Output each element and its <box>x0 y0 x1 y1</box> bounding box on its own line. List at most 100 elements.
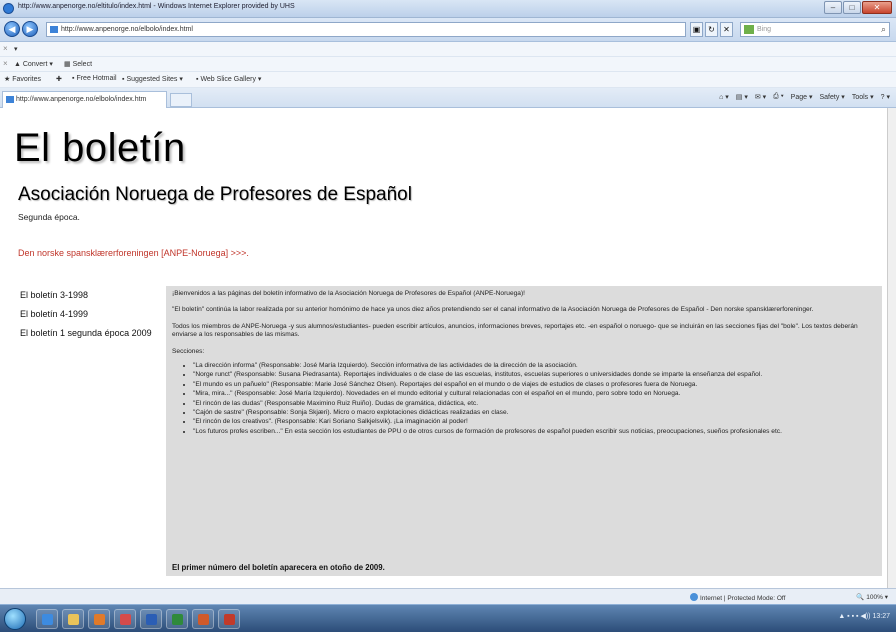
list-item: "El rincón de las dudas" (Responsable Ma… <box>193 400 876 408</box>
web-slice-gallery-label: Web Slice Gallery <box>200 76 256 83</box>
tab-active[interactable]: http://www.anpenorge.no/elbolo/index.htm <box>2 91 167 108</box>
pdf-taskbar-icon[interactable] <box>218 609 240 629</box>
page-subtitle: Asociación Noruega de Profesores de Espa… <box>18 184 412 205</box>
nav-issue-4-1999[interactable]: El boletín 4-1999 <box>20 309 152 319</box>
add-favorite-icon[interactable]: ✚ <box>56 75 62 83</box>
page-title: El boletín <box>14 126 186 170</box>
safety-menu-label: Safety <box>819 94 840 101</box>
system-tray: ▲ ▪ ▪ ▪ ◀)) 13:27 <box>838 613 890 620</box>
members-text: Todos los miembros de ANPE-Noruega -y su… <box>172 322 858 339</box>
minimize-button[interactable]: – <box>824 1 842 14</box>
internet-explorer-icon <box>3 3 14 14</box>
closing-note: El primer número del boletín aparecera e… <box>172 563 385 572</box>
list-item: "La dirección informa" (Responsable: Jos… <box>193 362 876 370</box>
stop-icon[interactable]: ✕ <box>720 22 733 37</box>
norwegian-association-link[interactable]: Den norske spansklærerforeningen [ANPE-N… <box>18 248 249 258</box>
web-slice-gallery-link[interactable]: ▪ Web Slice Gallery ▾ <box>196 75 261 83</box>
select-button[interactable]: ▦ Select <box>64 60 92 68</box>
back-button[interactable]: ◀ <box>4 21 20 37</box>
convert-label: Convert <box>22 61 48 68</box>
help-icon[interactable]: ? ▾ <box>881 93 890 101</box>
page-menu[interactable]: Page ▾ <box>791 93 813 101</box>
close-button[interactable]: ✕ <box>862 1 892 14</box>
page-content: El boletín Asociación Noruega de Profeso… <box>0 108 888 588</box>
internet-explorer-taskbar-icon[interactable] <box>36 609 58 629</box>
free-hotmail-link[interactable]: ▪ Free Hotmail <box>72 75 117 82</box>
close-toolbar-icon[interactable]: × <box>3 59 8 68</box>
epoch-label: Segunda época. <box>18 212 80 222</box>
new-tab-button[interactable] <box>170 93 192 107</box>
forward-button[interactable]: ▶ <box>22 21 38 37</box>
toolbar-dropdown-icon[interactable]: ▾ <box>14 45 18 53</box>
list-item: "Los futuros profes escriben..." En esta… <box>193 428 876 436</box>
zone-label: Internet | Protected Mode: Off <box>700 595 786 602</box>
feeds-icon[interactable]: ▤ ▾ <box>736 93 748 101</box>
folder-taskbar-icon[interactable] <box>62 609 84 629</box>
tools-menu[interactable]: Tools ▾ <box>852 93 874 101</box>
list-item: "Norge runct" (Responsable: Susana Piedr… <box>193 371 876 379</box>
intro-text: "El boletín" continúa la labor realizada… <box>172 306 814 314</box>
sections-heading: Secciones: <box>172 347 205 355</box>
window-controls: – □ ✕ <box>824 1 892 14</box>
home-icon[interactable]: ⌂ ▾ <box>719 93 729 101</box>
vertical-scrollbar[interactable] <box>888 108 896 588</box>
tab-page-icon <box>6 96 14 103</box>
list-item: "El rincón de los creativos". (Responsab… <box>193 418 876 426</box>
toolbar-row-2: × ▲ Convert ▾ ▦ Select <box>0 57 896 72</box>
address-bar[interactable]: http://www.anpenorge.no/elbolo/index.htm… <box>46 22 686 37</box>
list-item: "El mundo es un pañuelo" (Responsable: M… <box>193 381 876 389</box>
browser-window: http://www.anpenorge.no/eltitulo/index.h… <box>0 0 896 632</box>
tools-menu-label: Tools <box>851 94 869 101</box>
paint-taskbar-icon[interactable] <box>114 609 136 629</box>
search-placeholder: Bing <box>757 26 772 33</box>
start-button[interactable] <box>4 608 26 630</box>
nav-issue-1-2009[interactable]: El boletín 1 segunda época 2009 <box>20 328 152 338</box>
taskbar: ▲ ▪ ▪ ▪ ◀)) 13:27 <box>0 604 896 632</box>
address-url: http://www.anpenorge.no/elbolo/index.htm… <box>61 26 193 33</box>
excel-taskbar-icon[interactable] <box>166 609 188 629</box>
refresh-icon[interactable]: ↻ <box>705 22 718 37</box>
globe-icon <box>690 593 698 601</box>
command-bar: ⌂ ▾ ▤ ▾ ✉ ▾ ⎙ ▾ Page ▾ Safety ▾ Tools ▾ … <box>719 93 890 101</box>
search-icon[interactable]: ⌕ <box>881 23 886 36</box>
title-bar: http://www.anpenorge.no/eltitulo/index.h… <box>0 0 896 18</box>
issue-nav: El boletín 3-1998 El boletín 4-1999 El b… <box>20 290 152 347</box>
main-info-box: ¡Bienvenidos a las páginas del boletín i… <box>166 286 882 576</box>
search-input[interactable]: Bing ⌕ <box>740 22 890 37</box>
powerpoint-taskbar-icon[interactable] <box>192 609 214 629</box>
favorites-button[interactable]: ★ Favorites <box>4 75 41 83</box>
address-tools: ▣ ↻ ✕ <box>690 22 733 37</box>
list-item: "Mira, mira..." (Responsable: José María… <box>193 390 876 398</box>
zoom-level[interactable]: 🔍 100% ▾ <box>856 593 888 601</box>
maximize-button[interactable]: □ <box>843 1 861 14</box>
address-row: ◀ ▶ http://www.anpenorge.no/elbolo/index… <box>0 18 896 42</box>
suggested-sites-label: Suggested Sites <box>126 76 178 83</box>
welcome-text: ¡Bienvenidos a las páginas del boletín i… <box>172 290 525 297</box>
favorites-bar: ★ Favorites ✚ ▪ Free Hotmail ▪ Suggested… <box>0 72 896 88</box>
tab-label: http://www.anpenorge.no/elbolo/index.htm <box>16 96 147 103</box>
status-bar: Internet | Protected Mode: Off 🔍 100% ▾ <box>0 588 896 604</box>
page-icon <box>50 26 58 33</box>
favorites-label: Favorites <box>12 76 42 83</box>
free-hotmail-label: Free Hotmail <box>76 75 117 82</box>
media-player-taskbar-icon[interactable] <box>88 609 110 629</box>
word-taskbar-icon[interactable] <box>140 609 162 629</box>
close-toolbar-icon[interactable]: × <box>3 44 8 53</box>
safety-menu[interactable]: Safety ▾ <box>820 93 845 101</box>
sections-list: "La dirección informa" (Responsable: Jos… <box>172 362 876 436</box>
print-icon[interactable]: ⎙ ▾ <box>773 93 784 101</box>
list-item: "Cajón de sastre" (Responsable: Sonja Sk… <box>193 409 876 417</box>
convert-button[interactable]: ▲ Convert ▾ <box>14 60 53 68</box>
select-label: Select <box>72 61 93 68</box>
suggested-sites-link[interactable]: ▪ Suggested Sites ▾ <box>122 75 183 83</box>
page-menu-label: Page <box>790 94 808 101</box>
compatibility-icon[interactable]: ▣ <box>690 22 703 37</box>
toolbar-row-1: × ▾ <box>0 42 896 57</box>
mail-icon[interactable]: ✉ ▾ <box>755 93 766 101</box>
search-provider-icon <box>744 25 754 34</box>
tab-row: http://www.anpenorge.no/elbolo/index.htm… <box>0 88 896 108</box>
clock[interactable]: 13:27 <box>872 613 890 620</box>
security-zone[interactable]: Internet | Protected Mode: Off <box>690 593 785 602</box>
window-title: http://www.anpenorge.no/eltitulo/index.h… <box>18 3 295 10</box>
nav-issue-3-1998[interactable]: El boletín 3-1998 <box>20 290 152 300</box>
